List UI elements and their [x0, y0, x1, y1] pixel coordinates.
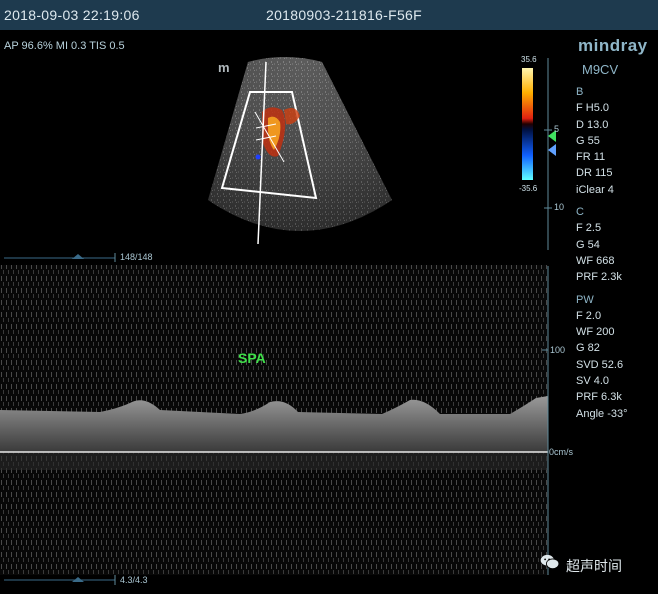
pw-param: SVD 52.6: [576, 358, 624, 371]
timeline-bottom-label: 4.3/4.3: [120, 575, 148, 585]
b-param: D 13.0: [576, 118, 609, 131]
depth-tick-label: 10: [554, 202, 565, 212]
b-mode-header: B: [576, 86, 584, 98]
c-param: F 2.5: [576, 222, 602, 235]
colorbar-top-label: 35.6: [521, 55, 537, 64]
b-param: DR 115: [576, 167, 613, 180]
brand-logo: mindray: [578, 36, 648, 55]
spa-annotation[interactable]: SPA: [238, 350, 266, 366]
pw-param: F 2.0: [576, 309, 602, 322]
timeline-bottom: [4, 575, 116, 585]
b-param: G 55: [576, 134, 600, 147]
parameter-panel: B F H5.0 D 13.0 G 55 FR 11 DR 115 iClear…: [576, 84, 628, 422]
wechat-icon: [540, 554, 560, 570]
timeline-top: [4, 253, 116, 262]
b-param: iClear 4: [576, 183, 614, 196]
ultrasound-canvas: [0, 57, 556, 585]
color-mode-header: C: [576, 206, 584, 219]
color-velocity-bar: [522, 68, 533, 180]
watermark: 超声时间: [540, 552, 650, 580]
spectral-doppler: [0, 265, 548, 575]
acoustic-output: AP 96.6% MI 0.3 TIS 0.5: [4, 40, 125, 52]
c-param: WF 668: [576, 254, 615, 267]
pw-param: Angle -33°: [576, 407, 628, 420]
watermark-text: 超声时间: [566, 558, 622, 574]
b-param: FR 11: [576, 151, 606, 164]
c-param: PRF 2.3k: [576, 271, 622, 284]
pw-param: G 82: [576, 342, 600, 355]
velocity-tick-label: 100: [550, 345, 566, 355]
pw-param: WF 200: [576, 326, 615, 339]
colorbar-bottom-label: -35.6: [519, 184, 538, 193]
datetime: 2018-09-03 22:19:06: [4, 7, 140, 23]
header-bar: 2018-09-03 22:19:06 20180903-211816-F56F: [0, 0, 658, 30]
pw-param: PRF 6.3k: [576, 391, 622, 404]
depth-scale: [544, 58, 552, 250]
baseline-label: 0cm/s: [549, 447, 574, 457]
c-param: G 54: [576, 238, 600, 251]
colorbar-marker-blue: [548, 144, 556, 156]
model-name: M9CV: [582, 62, 619, 77]
pw-param: SV 4.0: [576, 375, 610, 388]
probe-orientation-marker: m: [218, 60, 230, 75]
timeline-top-label: 148/148: [120, 252, 153, 262]
depth-tick-label: 5: [554, 124, 560, 134]
pw-mode-header: PW: [576, 293, 594, 306]
study-id: 20180903-211816-F56F: [266, 7, 422, 23]
b-param: F H5.0: [576, 102, 610, 115]
